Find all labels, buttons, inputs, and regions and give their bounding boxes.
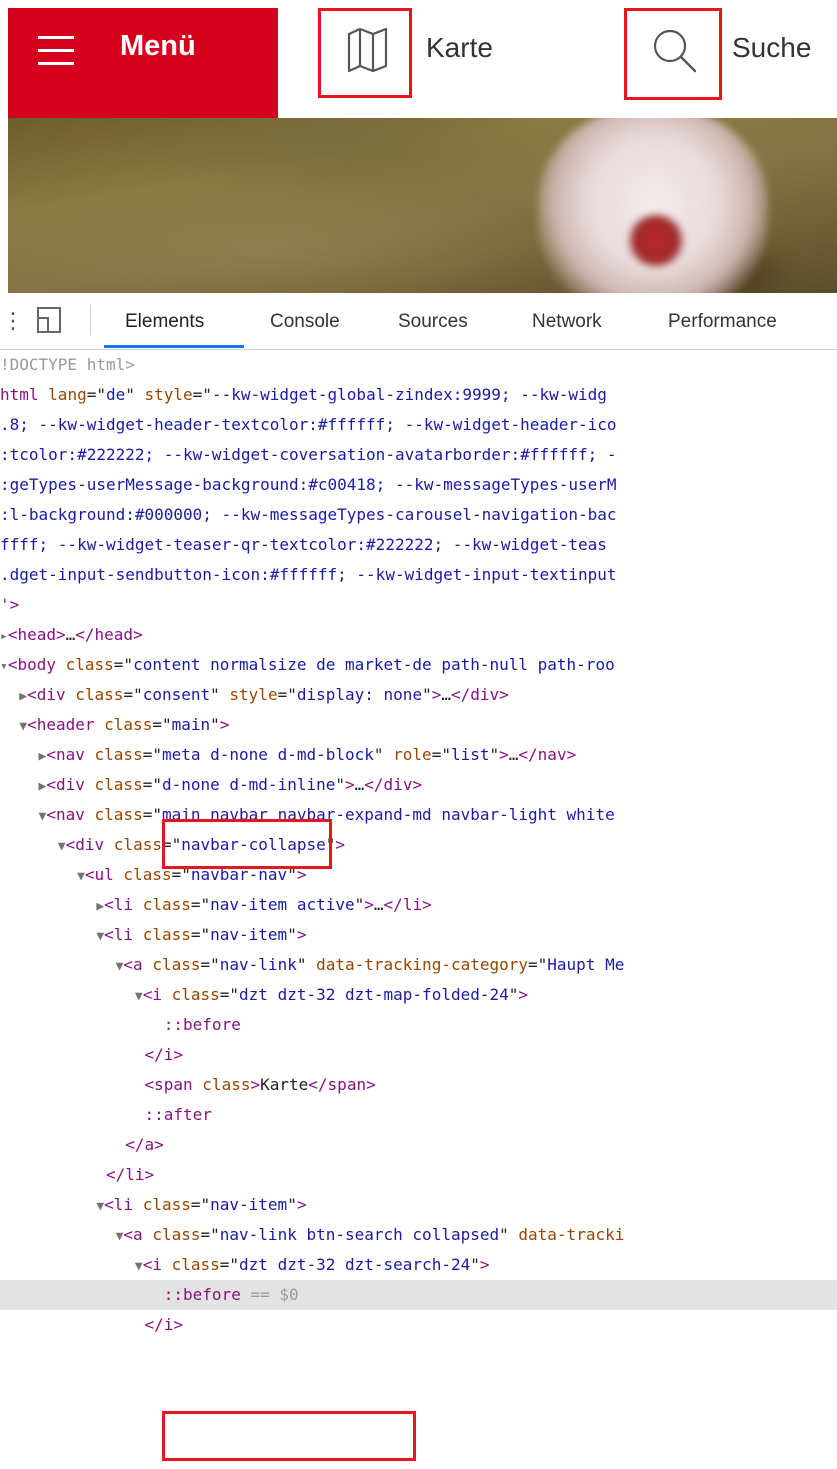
dom-tree-line[interactable]: ▼<li class="nav-item"> — [0, 920, 306, 950]
dom-tree-line[interactable]: ▶<nav class="meta d-none d-md-block" rol… — [0, 740, 577, 770]
dom-tree-line[interactable]: ffff; --kw-widget-teaser-qr-textcolor:#2… — [0, 530, 607, 560]
tab-console[interactable]: Console — [270, 311, 340, 333]
dom-tree-line[interactable]: ▼<i class="dzt dzt-32 dzt-search-24"> — [0, 1250, 490, 1280]
dom-tree-line[interactable]: ▼<li class="nav-item"> — [0, 1190, 306, 1220]
dom-tree-line[interactable]: </a> — [0, 1130, 164, 1160]
menu-button[interactable]: Menü — [8, 8, 278, 118]
dom-tree-line[interactable]: </i> — [0, 1310, 184, 1340]
expand-toggle-icon[interactable]: ▸ — [0, 629, 8, 644]
expand-toggle-icon[interactable]: ▼ — [135, 1259, 143, 1274]
suche-icon-highlight-box — [624, 8, 722, 100]
dom-tree-line[interactable]: ::after — [0, 1100, 212, 1130]
menu-label: Menü — [120, 30, 196, 62]
device-toolbar-icon[interactable] — [36, 307, 62, 333]
expand-toggle-icon[interactable]: ▼ — [58, 839, 66, 854]
dom-tree-line[interactable]: :tcolor:#222222; --kw-widget-coversation… — [0, 440, 617, 470]
dom-tree-line[interactable]: </li> — [0, 1160, 154, 1190]
expand-toggle-icon[interactable]: ▶ — [96, 899, 104, 914]
suche-label: Suche — [732, 32, 812, 63]
dom-tree-line[interactable]: ▶<div class="consent" style="display: no… — [0, 680, 509, 710]
devtools-panel: ⋮ Elements Console Sources Network Perfo… — [0, 293, 837, 1469]
before-pseudo-highlight-box-1 — [162, 819, 332, 869]
dom-tree-line[interactable]: ▶<li class="nav-item active">…</li> — [0, 890, 431, 920]
more-options-icon[interactable]: ⋮ — [2, 309, 24, 334]
dom-tree-line[interactable]: ▾<body class="content normalsize de mark… — [0, 650, 615, 680]
expand-toggle-icon[interactable]: ▶ — [19, 689, 27, 704]
devtools-tab-bar: ⋮ Elements Console Sources Network Perfo… — [0, 293, 837, 350]
tab-performance[interactable]: Performance — [668, 311, 777, 333]
dom-tree-line[interactable]: <span class>Karte</span> — [0, 1070, 376, 1100]
dom-tree-line[interactable]: '> — [0, 590, 19, 620]
karte-icon-highlight-box — [318, 8, 412, 98]
dom-tree-line[interactable]: ▼<header class="main"> — [0, 710, 229, 740]
dom-tree-line[interactable]: </i> — [0, 1040, 184, 1070]
dom-tree-line[interactable]: ▸<head>…</head> — [0, 620, 143, 650]
dom-tree-line[interactable]: html lang="de" style="--kw-widget-global… — [0, 380, 607, 410]
expand-toggle-icon[interactable]: ▼ — [19, 719, 27, 734]
tab-sources[interactable]: Sources — [398, 311, 468, 333]
expand-toggle-icon[interactable]: ▼ — [135, 989, 143, 1004]
dom-tree-line[interactable]: .dget-input-sendbutton-icon:#ffffff; --k… — [0, 560, 617, 590]
dom-tree-line[interactable]: ::before == $0 — [0, 1280, 837, 1310]
active-tab-indicator — [104, 345, 244, 348]
expand-toggle-icon[interactable]: ▾ — [0, 659, 8, 674]
dom-tree-line[interactable]: .8; --kw-widget-header-textcolor:#ffffff… — [0, 410, 617, 440]
tab-network[interactable]: Network — [532, 311, 602, 333]
expand-toggle-icon[interactable]: ▼ — [77, 869, 85, 884]
dom-tree-line[interactable]: ::before — [0, 1010, 241, 1040]
dom-tree-line[interactable]: :l-background:#000000; --kw-messageTypes… — [0, 500, 617, 530]
karte-label: Karte — [426, 32, 493, 63]
expand-toggle-icon[interactable]: ▼ — [96, 929, 104, 944]
dom-tree-line[interactable]: ▼<a class="nav-link btn-search collapsed… — [0, 1220, 625, 1250]
dom-tree-line[interactable]: ▶<div class="d-none d-md-inline">…</div> — [0, 770, 423, 800]
site-header: Menü Karte Suche — [0, 0, 837, 118]
before-pseudo-highlight-box-2 — [162, 1411, 416, 1461]
dom-tree-line[interactable]: ▼<a class="nav-link" data-tracking-categ… — [0, 950, 625, 980]
hamburger-icon — [38, 36, 74, 66]
hero-image — [8, 118, 837, 293]
dom-tree-line[interactable]: !DOCTYPE html> — [0, 350, 135, 380]
tab-separator — [90, 305, 91, 335]
tab-elements[interactable]: Elements — [125, 311, 204, 333]
dom-tree-line[interactable]: ▼<i class="dzt dzt-32 dzt-map-folded-24"… — [0, 980, 528, 1010]
dom-tree-line[interactable]: :geTypes-userMessage-background:#c00418;… — [0, 470, 617, 500]
expand-toggle-icon[interactable]: ▼ — [96, 1199, 104, 1214]
